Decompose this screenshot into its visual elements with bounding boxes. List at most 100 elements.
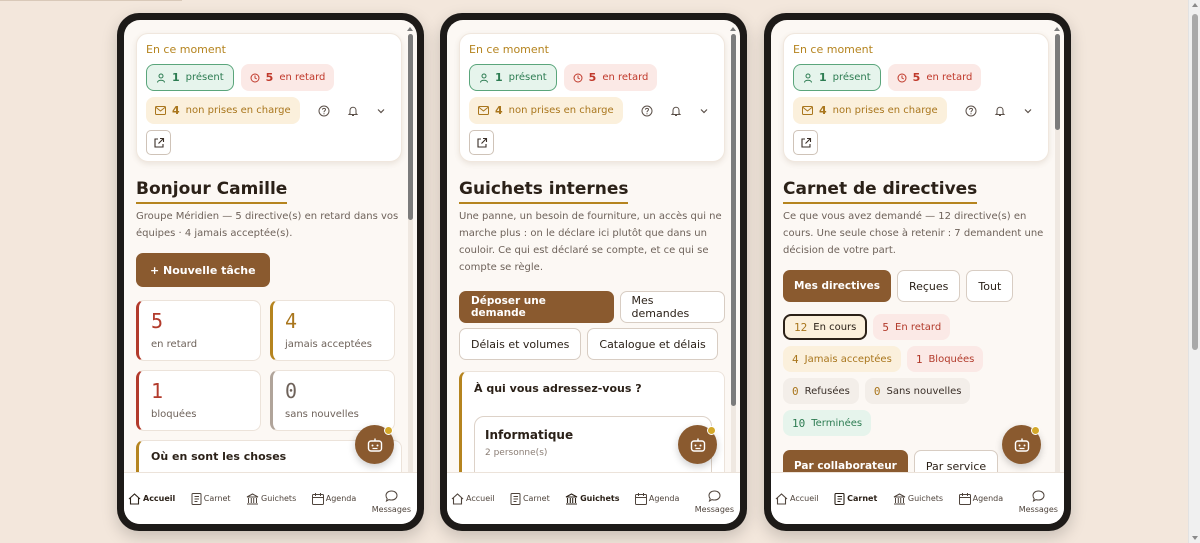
filter-no-news[interactable]: 0 Sans nouvelles: [864, 378, 971, 404]
topic-people-count: 2 personne(s): [485, 448, 548, 458]
nav-accueil[interactable]: Accueil: [451, 492, 495, 505]
nav-carnet[interactable]: Carnet: [834, 492, 877, 505]
nav-messages[interactable]: Messages: [372, 489, 411, 514]
late-label: en retard: [602, 72, 649, 83]
stat-card-never-accepted[interactable]: 4 jamais acceptées: [270, 300, 395, 361]
stat-value: 4: [285, 309, 298, 333]
notification-dot: [1031, 426, 1040, 435]
help-icon[interactable]: [961, 100, 982, 122]
nav-label: Guichets: [907, 494, 944, 503]
page-title: Guichets internes: [459, 179, 629, 204]
bell-icon[interactable]: [989, 100, 1010, 122]
filter-done[interactable]: 10 Terminées: [783, 410, 872, 436]
chevron-down-icon[interactable]: [694, 100, 715, 122]
filter-count: 0: [873, 384, 881, 398]
mail-icon: [802, 106, 813, 115]
tab-recues[interactable]: Reçues: [896, 270, 961, 302]
nav-accueil[interactable]: Accueil: [775, 492, 819, 505]
filter-count: 5: [882, 320, 889, 334]
unassigned-chip[interactable]: 4 non prises en charge: [469, 97, 623, 124]
bottom-nav: Accueil Carnet Guichets Agenda Messages: [771, 472, 1064, 524]
late-chip[interactable]: 5 en retard: [887, 64, 982, 91]
building-icon: [565, 492, 578, 505]
external-link-icon[interactable]: [793, 130, 818, 155]
filter-refused[interactable]: 0 Refusées: [783, 378, 859, 404]
external-link-icon[interactable]: [469, 130, 494, 155]
assistant-fab[interactable]: [355, 425, 394, 464]
stat-card-late[interactable]: 5 en retard: [136, 300, 261, 361]
now-card-title: En ce moment: [793, 43, 873, 56]
present-chip[interactable]: 1 présent: [469, 64, 557, 91]
assistant-fab[interactable]: [678, 425, 717, 464]
delays-volumes-button[interactable]: Délais et volumes: [459, 328, 582, 360]
building-icon: [246, 492, 259, 504]
filter-blocked[interactable]: 1 Bloquées: [906, 346, 984, 372]
notebook-icon: [191, 492, 202, 505]
nav-messages[interactable]: Messages: [695, 489, 734, 514]
catalog-button[interactable]: Catalogue et délais: [587, 328, 718, 360]
scroll-up-arrow[interactable]: [1054, 27, 1060, 31]
new-task-button[interactable]: + Nouvelle tâche: [136, 253, 270, 287]
screen-scrollbar[interactable]: [731, 34, 736, 494]
present-chip[interactable]: 1 présent: [793, 64, 881, 91]
notification-dot: [384, 426, 393, 435]
nav-carnet[interactable]: Carnet: [510, 492, 550, 505]
stat-card-blocked[interactable]: 1 bloquées: [136, 370, 261, 431]
bell-icon[interactable]: [342, 100, 363, 122]
late-chip[interactable]: 5 en retard: [563, 64, 658, 91]
filter-never-accepted[interactable]: 4 Jamais acceptées: [783, 346, 901, 372]
chat-bubble-icon: [1032, 489, 1045, 502]
nav-agenda[interactable]: Agenda: [958, 492, 1004, 505]
clock-icon: [573, 73, 583, 82]
chevron-down-icon[interactable]: [371, 100, 392, 122]
nav-label: Agenda: [972, 494, 1004, 503]
stat-card-no-news[interactable]: 0 sans nouvelles: [270, 370, 395, 431]
page-scroll-down-arrow[interactable]: [1192, 536, 1198, 540]
help-icon[interactable]: [637, 100, 658, 122]
unassigned-label: non prises en charge: [832, 105, 938, 116]
tab-tout[interactable]: Tout: [966, 270, 1014, 302]
scroll-up-arrow[interactable]: [730, 27, 736, 31]
tab-mes-directives[interactable]: Mes directives: [783, 270, 891, 302]
submit-request-button[interactable]: Déposer une demande: [459, 291, 614, 323]
stat-label: jamais acceptées: [285, 339, 373, 350]
help-icon[interactable]: [314, 100, 335, 122]
page-scrollbar[interactable]: [1188, 0, 1200, 543]
nav-agenda[interactable]: Agenda: [634, 492, 679, 505]
screen-scrollbar[interactable]: [408, 34, 413, 494]
nav-carnet[interactable]: Carnet: [191, 492, 231, 505]
filter-label: En cours: [813, 321, 857, 333]
filter-label: Sans nouvelles: [886, 385, 962, 397]
filter-late[interactable]: 5 En retard: [873, 314, 951, 340]
filter-label: Bloquées: [928, 353, 975, 365]
bell-icon[interactable]: [665, 100, 686, 122]
nav-guichets[interactable]: Guichets: [246, 492, 297, 505]
my-requests-button[interactable]: Mes demandes: [619, 291, 725, 323]
screen-scrollbar[interactable]: [1055, 34, 1060, 494]
late-chip[interactable]: 5 en retard: [240, 64, 335, 91]
scroll-up-arrow[interactable]: [407, 27, 413, 31]
page-scroll-thumb[interactable]: [1192, 14, 1198, 350]
filter-in-progress[interactable]: 12 En cours: [783, 314, 868, 340]
unassigned-chip[interactable]: 4 non prises en charge: [146, 97, 300, 124]
chat-bubble-icon: [385, 489, 398, 502]
person-icon: [804, 73, 812, 83]
present-chip[interactable]: 1 présent: [146, 64, 234, 91]
nav-agenda[interactable]: Agenda: [311, 492, 357, 505]
chevron-down-icon[interactable]: [1018, 100, 1039, 122]
external-link-icon[interactable]: [146, 130, 171, 155]
nav-guichets[interactable]: Guichets: [565, 492, 620, 505]
filter-label: En retard: [895, 321, 942, 333]
nav-accueil[interactable]: Accueil: [128, 492, 175, 505]
notebook-icon: [510, 492, 521, 505]
nav-messages[interactable]: Messages: [1019, 489, 1058, 514]
recipient-title: À qui vous adressez-vous ?: [474, 382, 642, 395]
page-scroll-up-arrow[interactable]: [1192, 3, 1198, 7]
nav-label: Agenda: [325, 494, 357, 503]
nav-guichets[interactable]: Guichets: [893, 492, 944, 505]
unassigned-chip[interactable]: 4 non prises en charge: [793, 97, 947, 124]
chat-bubble-icon: [708, 489, 721, 502]
unassigned-count: 4: [172, 104, 180, 117]
nav-label: Guichets: [261, 494, 297, 503]
assistant-fab[interactable]: [1002, 425, 1041, 464]
